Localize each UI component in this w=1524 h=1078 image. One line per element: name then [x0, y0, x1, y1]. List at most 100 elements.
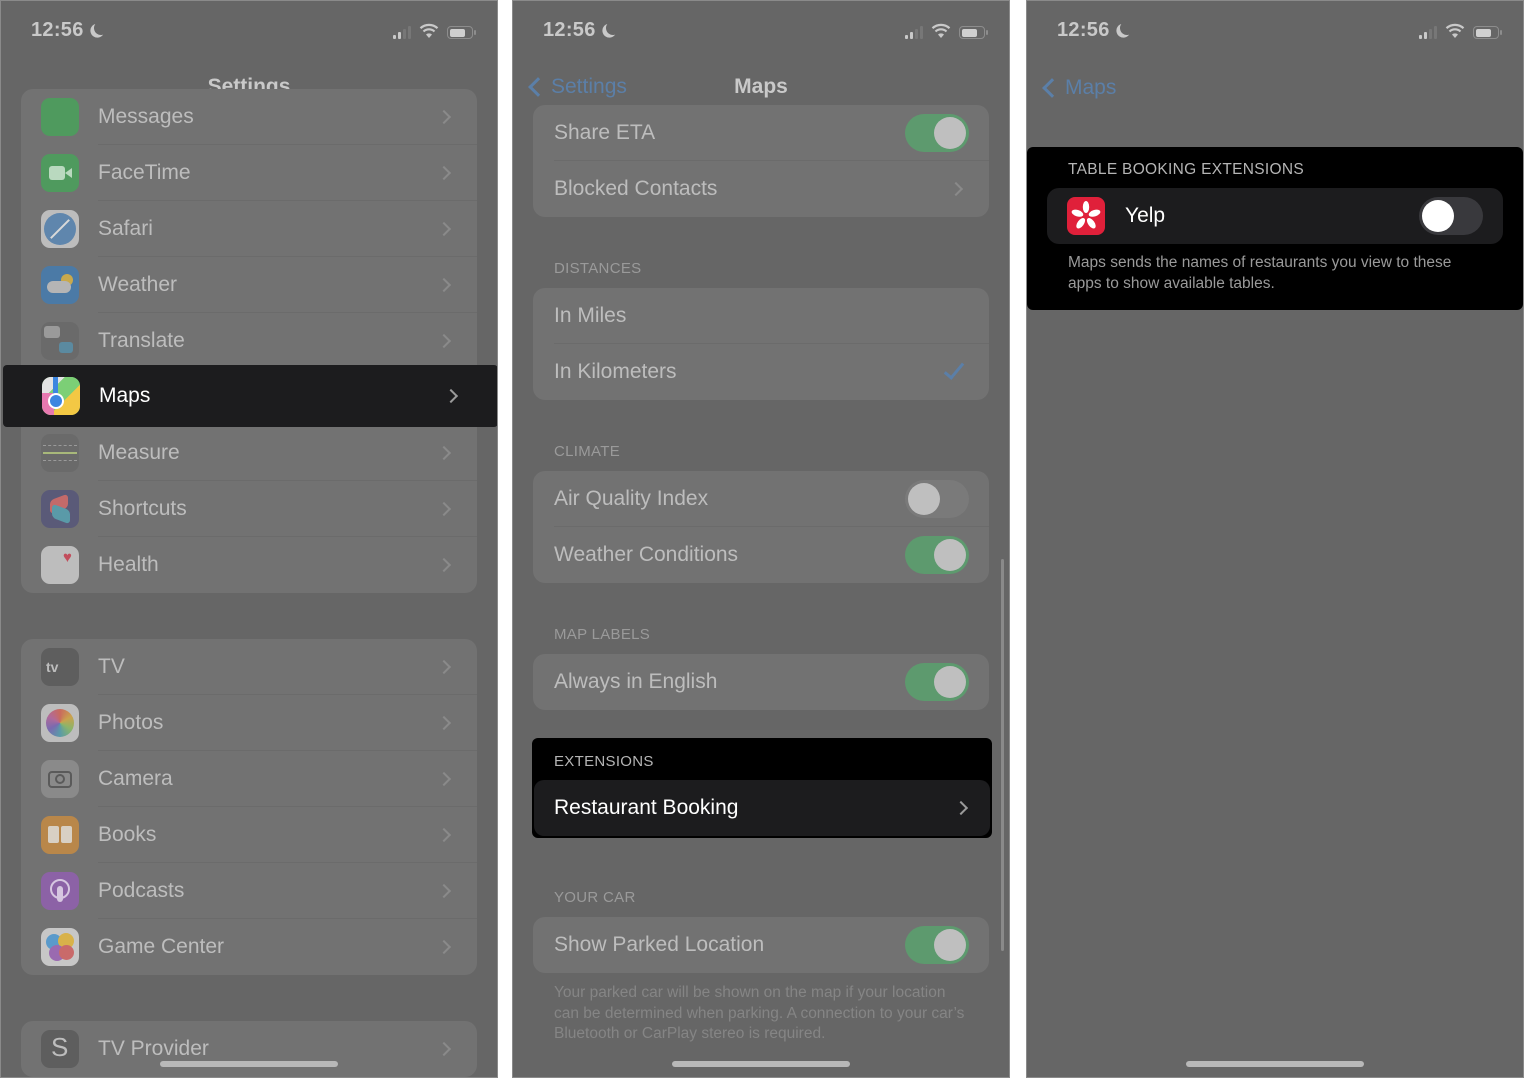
blocked-contacts-label: Blocked Contacts [554, 177, 718, 200]
tv-provider-icon: S [41, 1030, 79, 1068]
chevron-right-icon [436, 109, 452, 125]
always-english-toggle[interactable] [905, 663, 969, 701]
settings-group-apps: Messages FaceTime Safari Weather Transla… [21, 89, 477, 593]
item-label: Safari [98, 217, 153, 240]
item-label: Messages [98, 105, 194, 128]
settings-group-provider: S TV Provider [21, 1021, 477, 1077]
in-miles-option[interactable]: In Miles [533, 288, 989, 344]
item-label: Photos [98, 711, 164, 734]
chevron-right-icon [436, 771, 452, 787]
maps-settings-screen: 12:56 Settings Maps Share ETA Blocked Co… [512, 0, 1010, 1078]
item-label: TV Provider [98, 1037, 209, 1060]
option-label: In Kilometers [554, 360, 677, 383]
weather-conditions-row: Weather Conditions [533, 527, 989, 583]
item-label: Books [98, 823, 157, 846]
settings-item-safari[interactable]: Safari [21, 201, 477, 257]
cellular-signal-icon [393, 25, 411, 39]
settings-item-maps[interactable]: Maps [3, 365, 497, 427]
map-labels-group: Always in English [533, 654, 989, 710]
yelp-label: Yelp [1125, 204, 1166, 227]
section-header-distances: DISTANCES [554, 260, 642, 277]
status-bar: 12:56 [1027, 19, 1523, 47]
settings-item-weather[interactable]: Weather [21, 257, 477, 313]
item-label: Health [98, 553, 159, 576]
battery-icon [1473, 26, 1502, 39]
item-label: Shortcuts [98, 497, 187, 520]
moon-icon [605, 20, 621, 36]
books-icon [41, 816, 79, 854]
settings-item-shortcuts[interactable]: Shortcuts [21, 481, 477, 537]
cellular-signal-icon [1419, 25, 1437, 39]
weather-conditions-toggle[interactable] [905, 536, 969, 574]
shortcuts-icon [41, 490, 79, 528]
settings-item-messages[interactable]: Messages [21, 89, 477, 145]
chevron-right-icon [443, 388, 459, 404]
settings-group-media: tv TV Photos Camera Books Podcasts Game C… [21, 639, 477, 975]
scrollbar[interactable] [1001, 559, 1004, 951]
parked-car-footnote: Your parked car will be shown on the map… [554, 984, 965, 1042]
item-label: Podcasts [98, 879, 185, 902]
home-indicator [1186, 1061, 1364, 1067]
extensions-section: EXTENSIONS Restaurant Booking [532, 738, 992, 838]
settings-item-photos[interactable]: Photos [21, 695, 477, 751]
item-label: Game Center [98, 935, 225, 958]
podcasts-icon [41, 872, 79, 910]
time-text: 12:56 [1057, 19, 1110, 41]
table-booking-section: TABLE BOOKING EXTENSIONS Yelp Maps sends… [1027, 147, 1523, 310]
settings-item-facetime[interactable]: FaceTime [21, 145, 477, 201]
home-indicator [160, 1061, 338, 1067]
yelp-icon [1067, 197, 1105, 235]
chevron-right-icon [436, 827, 452, 843]
your-car-group: Show Parked Location [533, 917, 989, 973]
weather-conditions-label: Weather Conditions [554, 543, 739, 566]
distances-group: In Miles In Kilometers [533, 288, 989, 400]
chevron-left-icon [1042, 78, 1062, 98]
status-bar: 12:56 [1, 19, 497, 47]
settings-item-books[interactable]: Books [21, 807, 477, 863]
settings-item-translate[interactable]: Translate [21, 313, 477, 369]
chevron-right-icon [436, 715, 452, 731]
restaurant-booking-screen: 12:56 Maps TABLE BOOKING EXTENSIONS Yelp… [1026, 0, 1524, 1078]
settings-item-tv[interactable]: tv TV [21, 639, 477, 695]
item-label: Measure [98, 441, 180, 464]
translate-icon [41, 322, 79, 360]
section-header-your-car: YOUR CAR [554, 889, 636, 906]
chevron-right-icon [953, 800, 969, 816]
share-eta-toggle[interactable] [905, 114, 969, 152]
section-header-climate: CLIMATE [554, 443, 620, 460]
blocked-contacts-row[interactable]: Blocked Contacts [533, 161, 989, 217]
air-quality-toggle[interactable] [905, 480, 969, 518]
settings-item-measure[interactable]: Measure [21, 425, 477, 481]
chevron-right-icon [436, 165, 452, 181]
settings-item-health[interactable]: ♥ Health [21, 537, 477, 593]
chevron-right-icon [436, 1041, 452, 1057]
status-time: 12:56 [31, 19, 108, 42]
settings-item-podcasts[interactable]: Podcasts [21, 863, 477, 919]
chevron-right-icon [436, 883, 452, 899]
chevron-right-icon [948, 181, 964, 197]
settings-item-tv-provider[interactable]: S TV Provider [21, 1021, 477, 1077]
battery-icon [959, 26, 988, 39]
climate-group: Air Quality Index Weather Conditions [533, 471, 989, 583]
show-parked-toggle[interactable] [905, 926, 969, 964]
home-indicator [672, 1061, 850, 1067]
status-bar: 12:56 [513, 19, 1009, 47]
chevron-right-icon [436, 659, 452, 675]
photos-icon [41, 704, 79, 742]
apple-tv-icon: tv [41, 648, 79, 686]
settings-screen: 12:56 Settings Messages FaceTime Safari … [0, 0, 498, 1078]
chevron-right-icon [436, 333, 452, 349]
settings-item-camera[interactable]: Camera [21, 751, 477, 807]
settings-item-game-center[interactable]: Game Center [21, 919, 477, 975]
restaurant-booking-row[interactable]: Restaurant Booking [534, 780, 990, 836]
battery-icon [447, 26, 476, 39]
moon-icon [93, 20, 109, 36]
facetime-icon [41, 154, 79, 192]
section-header-map-labels: MAP LABELS [554, 626, 651, 643]
measure-icon [41, 434, 79, 472]
yelp-toggle[interactable] [1419, 197, 1483, 235]
back-button[interactable]: Maps [1039, 76, 1116, 100]
air-quality-row: Air Quality Index [533, 471, 989, 527]
in-kilometers-option[interactable]: In Kilometers [533, 344, 989, 400]
restaurant-booking-label: Restaurant Booking [554, 796, 739, 819]
